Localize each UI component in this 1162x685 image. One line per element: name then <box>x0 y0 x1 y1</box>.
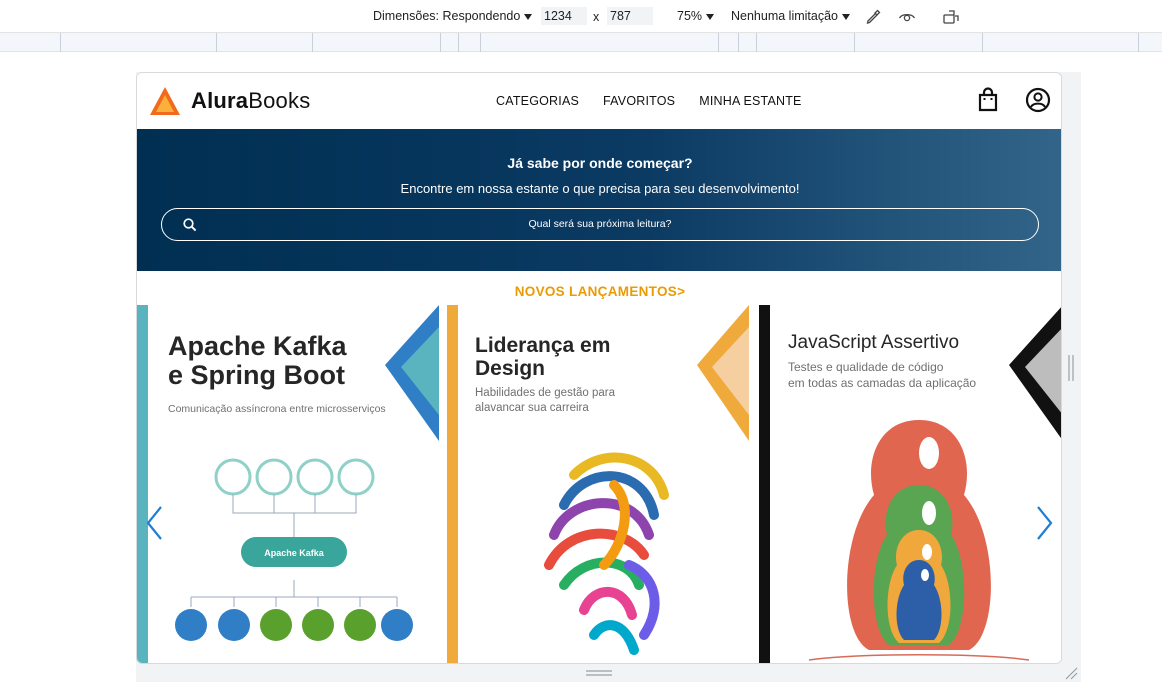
user-account-icon[interactable] <box>1025 87 1051 113</box>
ruler-tick <box>312 33 313 52</box>
search-banner: Já sabe por onde começar? Encontre em no… <box>137 129 1061 271</box>
banner-subtitle: Encontre em nossa estante o que precisa … <box>400 181 800 196</box>
emulated-viewport: AluraBooks CATEGORIAS FAVORITOS MINHA ES… <box>136 72 1062 664</box>
chevron-down-icon <box>706 13 715 20</box>
rotate-device-icon[interactable] <box>941 7 961 27</box>
ruler-tick <box>738 33 739 52</box>
carousel-next-arrow-icon[interactable] <box>1033 505 1055 541</box>
resize-handle-right[interactable] <box>1068 355 1074 381</box>
ruler-tick <box>458 33 459 52</box>
chevron-down-icon <box>842 13 850 20</box>
media-query-ruler[interactable] <box>0 33 1162 52</box>
book-subtitle: Testes e qualidade de código em todas as… <box>788 360 977 390</box>
nav-item-minha-estante[interactable]: MINHA ESTANTE <box>699 94 801 108</box>
ruler-tick <box>982 33 983 52</box>
ruler-tick <box>440 33 441 52</box>
book-card-lideranca-em-design[interactable]: Liderança em Design Habilidades de gestã… <box>439 305 749 663</box>
devtools-device-toolbar: Dimensões: Respondendo x 75% Nenhuma lim… <box>0 0 1162 33</box>
dimensions-dropdown[interactable]: Dimensões: Respondendo <box>373 9 533 23</box>
nav-item-categorias[interactable]: CATEGORIAS <box>496 94 579 108</box>
resize-handle-corner[interactable] <box>1064 666 1078 680</box>
ruler-tick <box>1138 33 1139 52</box>
throttle-label: Nenhuma limitação <box>731 9 838 23</box>
book-chevron-decoration <box>697 305 749 441</box>
dimensions-label: Dimensões: Respondendo <box>373 9 521 23</box>
resize-handle-bottom[interactable] <box>586 670 612 677</box>
ruler-tick <box>60 33 61 52</box>
carousel-prev-arrow-icon[interactable] <box>144 505 166 541</box>
viewport-height-input[interactable] <box>607 7 653 25</box>
diagram-center-label: Apache Kafka <box>264 548 325 558</box>
banner-title: Já sabe por onde começar? <box>507 155 693 171</box>
zoom-label: 75% <box>677 9 703 23</box>
book-spine <box>447 305 458 663</box>
dimension-separator: x <box>593 10 600 24</box>
book-title: JavaScript Assertivo <box>788 332 960 353</box>
logo-text: AluraBooks <box>191 88 311 113</box>
eye-icon[interactable] <box>897 7 917 27</box>
book-subtitle: Habilidades de gestão para alavancar sua… <box>475 387 616 414</box>
nav-item-favoritos[interactable]: FAVORITOS <box>603 94 675 108</box>
book-card-apache-kafka[interactable]: Apache Kafka e Spring Boot Comunicação a… <box>137 305 439 663</box>
site-logo[interactable]: AluraBooks <box>149 86 310 116</box>
chevron-down-icon <box>524 13 533 20</box>
search-placeholder: Qual será sua próxima leitura? <box>528 218 672 230</box>
site-header: AluraBooks CATEGORIAS FAVORITOS MINHA ES… <box>137 73 1061 129</box>
kafka-architecture-diagram: Apache Kafka <box>175 458 413 641</box>
viewport-width-input[interactable] <box>541 7 587 25</box>
book-spine <box>759 305 770 663</box>
ruler-tick <box>480 33 481 52</box>
book-chevron-decoration <box>385 305 439 441</box>
ruler-tick <box>216 33 217 52</box>
alura-triangle-logo-icon <box>150 87 180 115</box>
new-releases-title[interactable]: NOVOS LANÇAMENTOS> <box>137 284 1061 299</box>
book-card-javascript-assertivo[interactable]: JavaScript Assertivo Testes e qualidade … <box>749 305 1061 663</box>
book-title: Apache Kafka e Spring Boot <box>168 331 347 391</box>
book-title: Liderança em Design <box>475 334 611 380</box>
shopping-bag-icon[interactable] <box>975 87 1001 113</box>
zoom-dropdown[interactable]: 75% <box>677 9 715 23</box>
colorful-head-illustration <box>544 452 669 655</box>
search-input[interactable]: Qual será sua próxima leitura? <box>161 208 1039 241</box>
main-nav: CATEGORIAS FAVORITOS MINHA ESTANTE <box>496 94 802 108</box>
books-carousel: Apache Kafka e Spring Boot Comunicação a… <box>137 305 1061 663</box>
eyedropper-icon[interactable] <box>863 7 883 27</box>
ruler-tick <box>756 33 757 52</box>
matryoshka-dolls-illustration <box>808 420 1030 661</box>
throttle-dropdown[interactable]: Nenhuma limitação <box>731 9 850 23</box>
ruler-tick <box>718 33 719 52</box>
book-spine <box>137 305 148 663</box>
ruler-tick <box>854 33 855 52</box>
book-subtitle: Comunicação assíncrona entre microsservi… <box>168 403 386 415</box>
